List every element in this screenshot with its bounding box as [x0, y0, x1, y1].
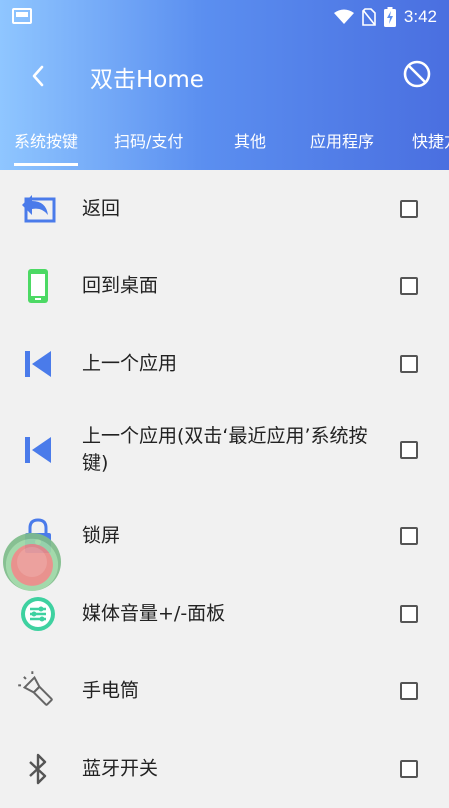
checkbox[interactable]	[400, 354, 418, 373]
checkbox[interactable]	[400, 604, 418, 623]
list-item-label: 返回	[82, 197, 121, 220]
tab-scan-pay[interactable]: 扫码/支付	[114, 120, 183, 166]
block-icon	[403, 60, 431, 88]
list-item-label: 手电筒	[82, 679, 140, 702]
page-title: 双击Home	[90, 67, 204, 93]
skip-previous-icon	[18, 344, 58, 384]
volume-panel-icon	[18, 594, 58, 634]
list-item-label: 锁屏	[82, 524, 121, 547]
checkbox[interactable]	[400, 682, 418, 701]
flashlight-icon	[18, 671, 58, 711]
list-item-bluetooth[interactable]: 蓝牙开关	[0, 730, 449, 808]
status-time: 3:42	[403, 7, 437, 26]
list-item-flashlight[interactable]: 手电筒	[0, 653, 449, 731]
tab-other[interactable]: 其他	[234, 120, 266, 166]
notification-icon	[12, 8, 32, 24]
list-item-back[interactable]: 返回	[0, 170, 449, 248]
app-header: 3:42 双击Home 系统按键 扫码/支付 其他 应用程序 快捷方	[0, 0, 449, 170]
skip-previous-icon	[18, 430, 58, 470]
checkbox[interactable]	[400, 199, 418, 218]
list-item-label: 蓝牙开关	[82, 757, 159, 780]
list-item-previous-app[interactable]: 上一个应用	[0, 325, 449, 403]
back-arrow-icon	[18, 189, 58, 229]
checkbox[interactable]	[400, 441, 418, 459]
status-bar: 3:42	[0, 0, 449, 34]
back-button[interactable]	[18, 54, 58, 98]
list-item-label: 媒体音量+/-面板	[82, 602, 226, 625]
checkbox[interactable]	[400, 759, 418, 778]
list-item-label: 上一个应用	[82, 352, 178, 375]
battery-charging-icon	[383, 7, 396, 27]
tab-system-keys[interactable]: 系统按键	[14, 120, 79, 166]
bluetooth-icon	[18, 749, 58, 789]
list-item-home[interactable]: 回到桌面	[0, 248, 449, 326]
checkbox[interactable]	[400, 527, 418, 546]
list-item-lock-screen[interactable]: 锁屏	[0, 498, 449, 576]
title-bar: 双击Home	[0, 40, 449, 116]
chevron-left-icon	[32, 65, 44, 87]
list-item-label: 上一个应用(双击‘最近应用’系统按键)	[82, 425, 368, 474]
tab-applications[interactable]: 应用程序	[310, 120, 374, 166]
tab-bar: 系统按键 扫码/支付 其他 应用程序 快捷方	[0, 120, 449, 166]
list-item-previous-app-recents[interactable]: 上一个应用(双击‘最近应用’系统按键)	[0, 403, 449, 498]
phone-home-icon	[18, 266, 58, 306]
list-item-volume-panel[interactable]: 媒体音量+/-面板	[0, 575, 449, 653]
action-list: 返回 回到桌面 上一个应用 上一个应用(双击‘最近应用’系统按键) 锁屏 媒体音…	[0, 170, 449, 808]
checkbox[interactable]	[400, 277, 418, 296]
wifi-icon	[333, 9, 354, 24]
no-sim-icon	[362, 8, 376, 26]
list-item-label: 回到桌面	[82, 274, 159, 297]
disable-button[interactable]	[401, 58, 433, 90]
floating-ball[interactable]	[3, 533, 61, 591]
tab-shortcuts[interactable]: 快捷方	[412, 120, 449, 166]
